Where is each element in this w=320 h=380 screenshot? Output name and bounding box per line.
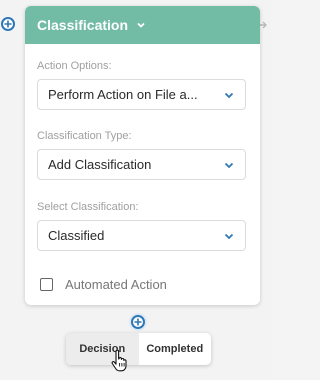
add-connector-bottom-icon[interactable] — [129, 313, 147, 331]
add-connector-left-icon[interactable] — [1, 17, 15, 31]
classification-card: Classification Action Options: Perform A… — [25, 6, 260, 305]
next-step-choice-menu: Decision Completed — [66, 333, 211, 365]
chevron-down-icon[interactable] — [136, 20, 146, 30]
select-classification-value: Classified — [48, 228, 105, 243]
action-options-label: Action Options: — [37, 60, 112, 72]
classification-type-field: Classification Type: Add Classification — [37, 130, 246, 180]
card-title: Classification — [37, 17, 129, 33]
select-classification-select[interactable]: Classified — [37, 220, 246, 251]
automated-action-row[interactable]: Automated Action — [40, 277, 167, 292]
select-classification-field: Select Classification: Classified — [37, 201, 246, 251]
automated-action-checkbox[interactable] — [40, 278, 53, 291]
hand-pointer-cursor-icon — [111, 350, 127, 372]
card-header[interactable]: Classification — [25, 6, 260, 44]
action-options-select[interactable]: Perform Action on File a... — [37, 79, 246, 110]
decision-option[interactable]: Decision — [66, 333, 139, 365]
classification-type-value: Add Classification — [48, 157, 152, 172]
select-classification-label: Select Classification: — [37, 201, 139, 213]
completed-option[interactable]: Completed — [139, 333, 212, 365]
classification-type-select[interactable]: Add Classification — [37, 149, 246, 180]
automated-action-label: Automated Action — [65, 277, 167, 292]
action-options-value: Perform Action on File a... — [48, 87, 198, 102]
classification-type-label: Classification Type: — [37, 130, 132, 142]
chevron-down-icon — [222, 158, 236, 172]
chevron-down-icon — [222, 229, 236, 243]
chevron-down-icon — [222, 88, 236, 102]
action-options-field: Action Options: Perform Action on File a… — [37, 60, 246, 110]
